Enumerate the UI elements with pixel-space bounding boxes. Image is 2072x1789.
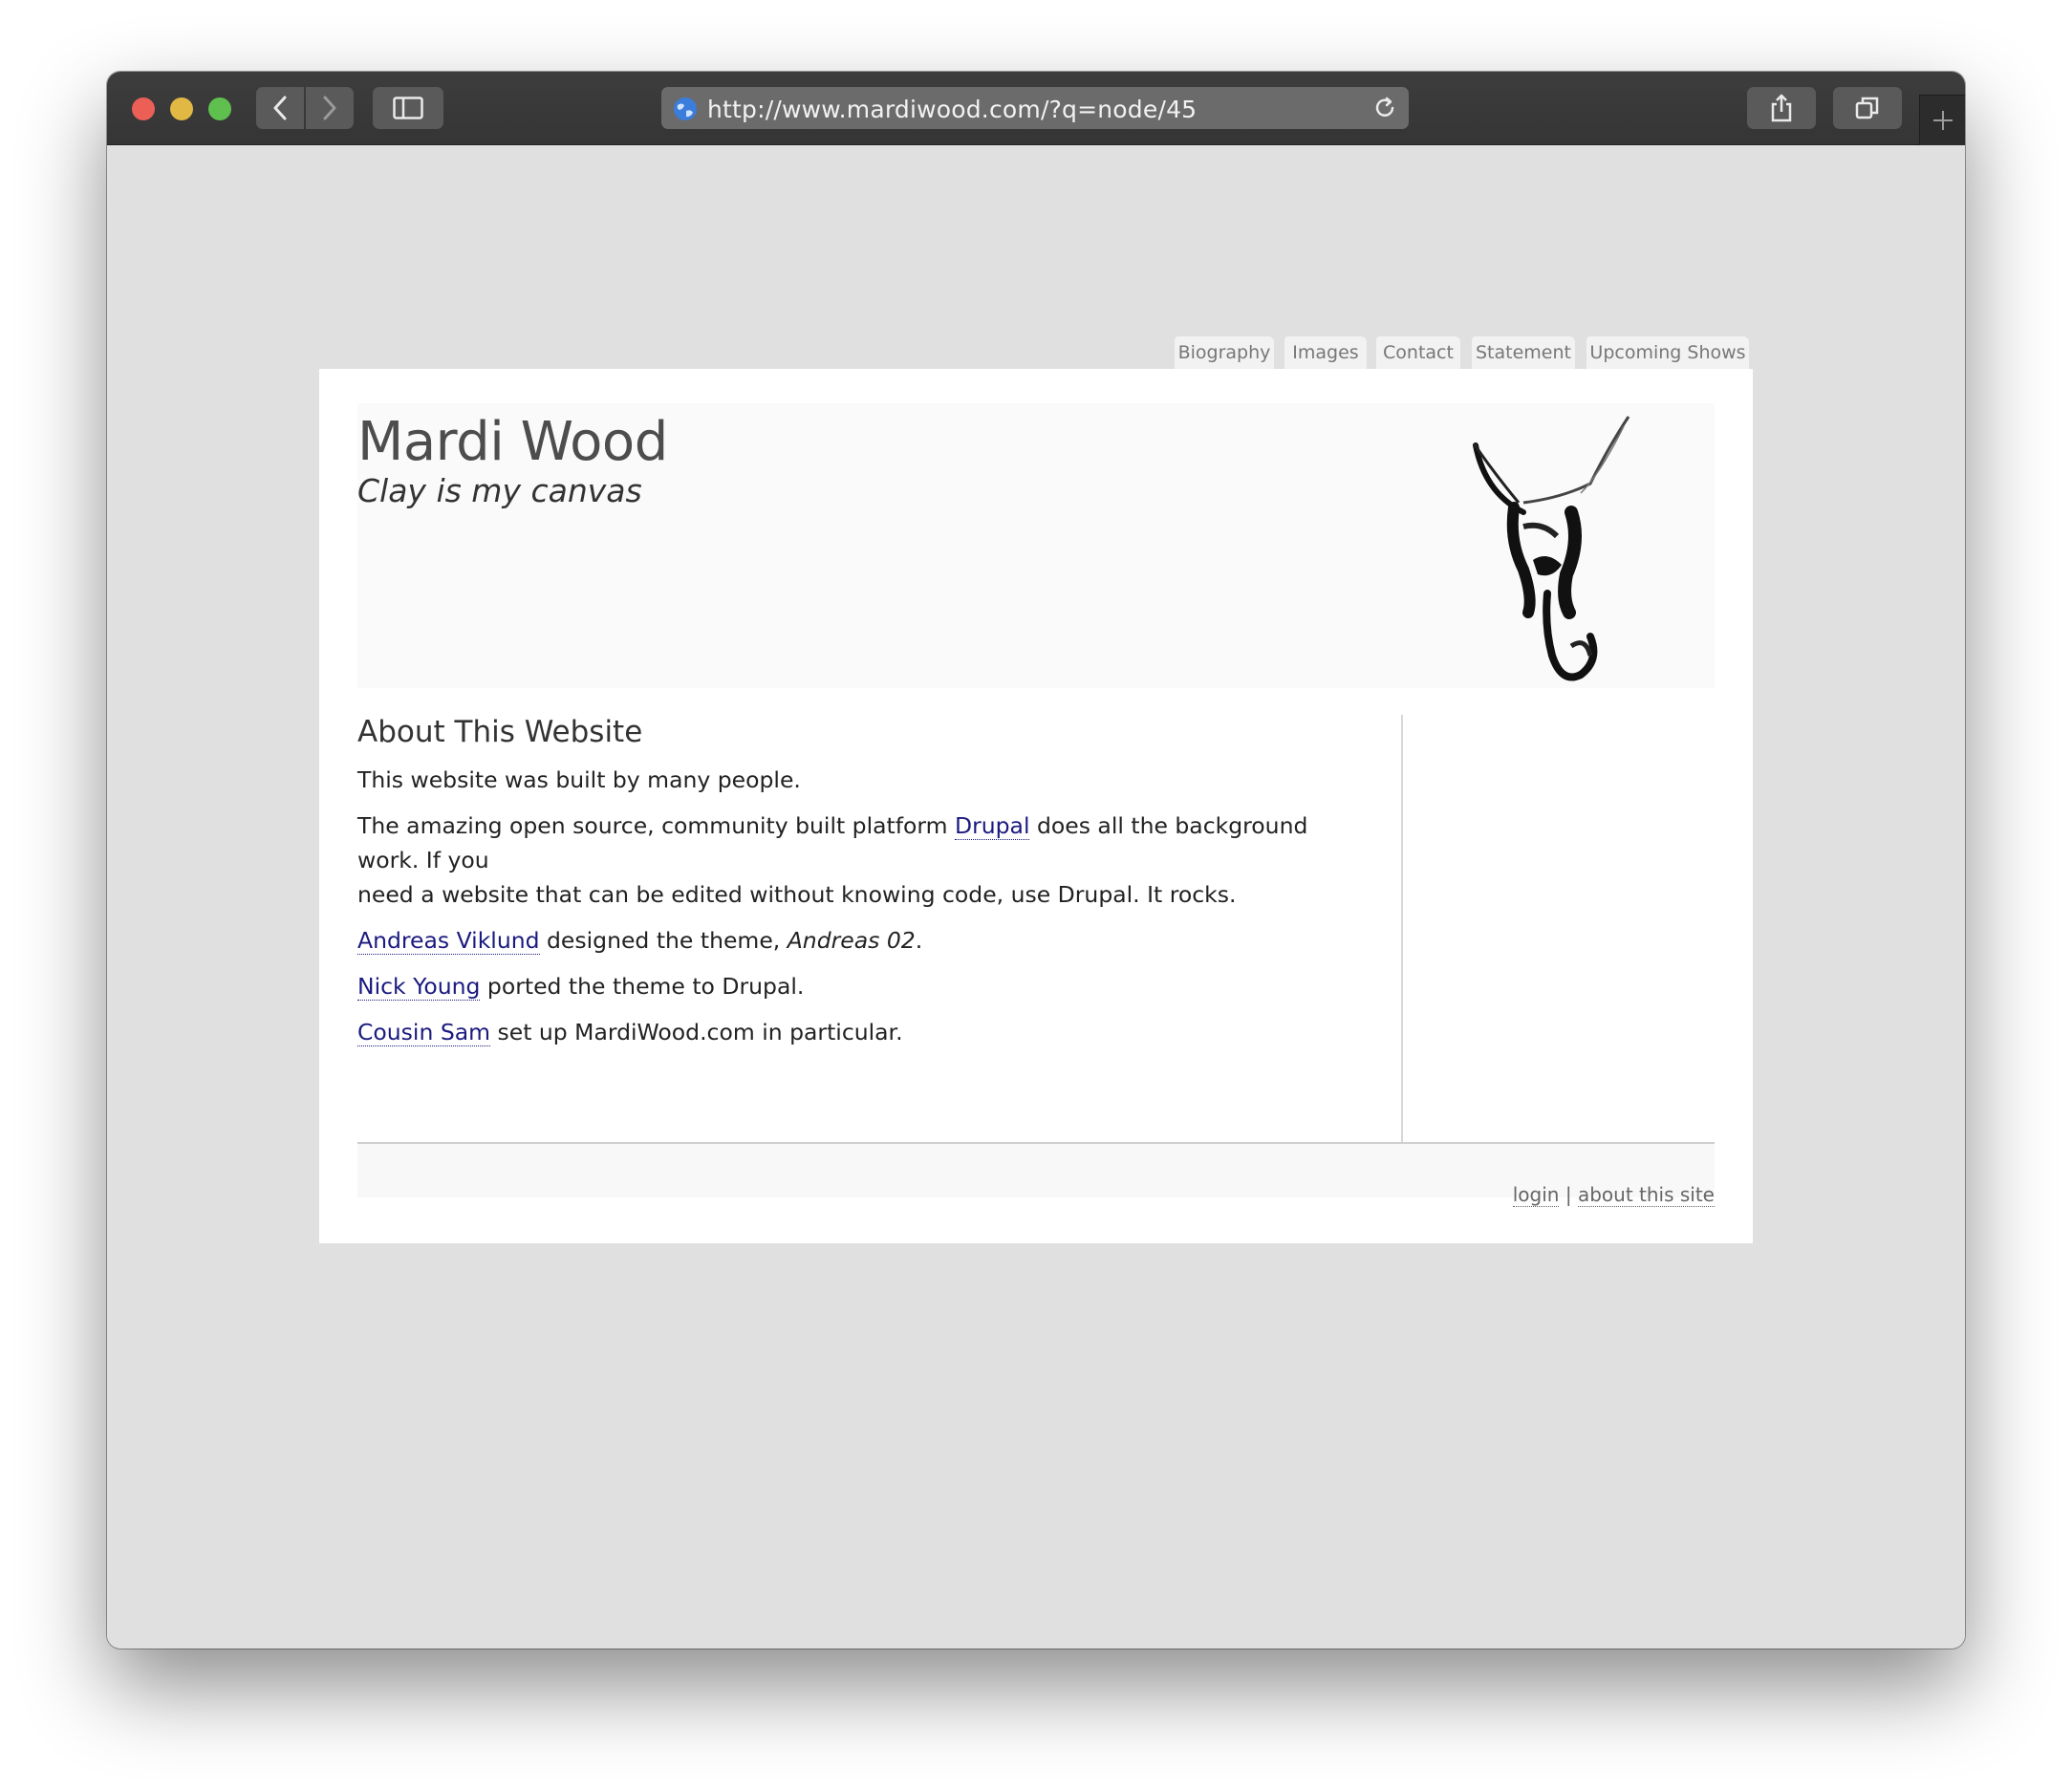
nav-tab-biography[interactable]: Biography bbox=[1175, 336, 1274, 369]
about-this-site-link[interactable]: about this site bbox=[1577, 1183, 1715, 1207]
url-text[interactable]: http://www.mardiwood.com/?q=node/45 bbox=[707, 96, 1197, 123]
nav-tab-upcoming-shows[interactable]: Upcoming Shows bbox=[1586, 336, 1749, 369]
paragraph-2-line2: need a website that can be edited withou… bbox=[357, 881, 1237, 908]
paragraph-4: Nick Young ported the theme to Drupal. bbox=[357, 969, 1371, 1003]
new-tab-button[interactable] bbox=[1919, 95, 1965, 145]
show-tabs-button[interactable] bbox=[1833, 87, 1902, 129]
footer-links: login | about this site bbox=[1512, 1183, 1715, 1207]
paragraph-4-text: ported the theme to Drupal. bbox=[480, 973, 805, 1000]
theme-name: Andreas 02 bbox=[787, 927, 916, 954]
andreas-viklund-link[interactable]: Andreas Viklund bbox=[357, 927, 540, 955]
cousin-sam-link[interactable]: Cousin Sam bbox=[357, 1019, 491, 1046]
nav-tab-images[interactable]: Images bbox=[1284, 336, 1367, 369]
web-viewport: Biography Images Contact Statement Upcom… bbox=[107, 145, 1965, 1649]
tabs-icon bbox=[1855, 97, 1879, 119]
article-title: About This Website bbox=[357, 715, 643, 749]
chevron-left-icon bbox=[273, 96, 287, 120]
sidebar-divider bbox=[1401, 715, 1403, 1143]
sidebar-toggle-button[interactable] bbox=[373, 87, 443, 129]
main-content: About This Website This website was buil… bbox=[357, 715, 1371, 1049]
address-bar[interactable]: http://www.mardiwood.com/?q=node/45 bbox=[661, 87, 1409, 129]
nick-young-link[interactable]: Nick Young bbox=[357, 973, 481, 1001]
paragraph-3: Andreas Viklund designed the theme, Andr… bbox=[357, 923, 1371, 958]
site-slogan: Clay is my canvas bbox=[357, 472, 642, 509]
paragraph-2: The amazing open source, community built… bbox=[357, 808, 1371, 912]
chevron-right-icon bbox=[323, 96, 336, 120]
minimize-window-button[interactable] bbox=[170, 97, 193, 120]
globe-icon bbox=[674, 97, 697, 120]
nav-tab-contact[interactable]: Contact bbox=[1376, 336, 1460, 369]
site-name[interactable]: Mardi Wood bbox=[357, 411, 668, 473]
plus-icon bbox=[1933, 111, 1953, 130]
paragraph-3-end: . bbox=[915, 927, 923, 954]
sidebar-icon bbox=[393, 97, 423, 119]
login-link[interactable]: login bbox=[1512, 1183, 1560, 1207]
close-window-button[interactable] bbox=[132, 97, 155, 120]
nav-tab-statement[interactable]: Statement bbox=[1472, 336, 1575, 369]
share-button[interactable] bbox=[1747, 87, 1816, 129]
drupal-link[interactable]: Drupal bbox=[954, 812, 1030, 840]
reload-icon[interactable] bbox=[1372, 96, 1397, 120]
footer-separator: | bbox=[1565, 1183, 1572, 1206]
browser-toolbar: http://www.mardiwood.com/?q=node/45 bbox=[107, 72, 1965, 145]
paragraph-3-text: designed the theme, bbox=[539, 927, 788, 954]
zoom-window-button[interactable] bbox=[208, 97, 231, 120]
page-content: Mardi Wood Clay is my canvas About This … bbox=[319, 369, 1753, 1243]
footer bbox=[357, 1144, 1715, 1197]
paragraph-5-text: set up MardiWood.com in particular. bbox=[490, 1019, 903, 1045]
share-icon bbox=[1771, 94, 1792, 122]
paragraph-2-text: The amazing open source, community built… bbox=[357, 812, 955, 839]
paragraph-1: This website was built by many people. bbox=[357, 766, 801, 793]
browser-window: http://www.mardiwood.com/?q=node/45 Biog… bbox=[107, 72, 1965, 1649]
ink-figure-logo bbox=[1472, 416, 1630, 681]
back-button[interactable] bbox=[256, 87, 304, 129]
paragraph-5: Cousin Sam set up MardiWood.com in parti… bbox=[357, 1015, 1371, 1049]
forward-button[interactable] bbox=[306, 87, 354, 129]
